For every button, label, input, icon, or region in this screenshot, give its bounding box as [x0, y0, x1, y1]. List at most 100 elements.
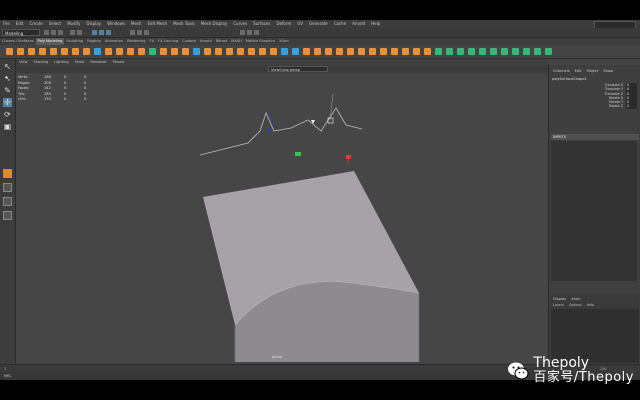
shelf-tab-fx-caching[interactable]: FX Caching	[156, 38, 180, 45]
layer-tab-anim[interactable]: Anim	[571, 297, 580, 301]
shelf-tool-icon[interactable]	[270, 48, 277, 55]
shelf-tool-icon[interactable]	[545, 48, 552, 55]
menu-modify[interactable]: Modify	[64, 20, 83, 28]
shelf-tool-icon[interactable]	[248, 48, 255, 55]
inputs-section-header[interactable]: INPUTS	[551, 134, 639, 140]
shelf-tool-icon[interactable]	[171, 48, 178, 55]
shelf-tool-icon[interactable]	[501, 48, 508, 55]
shelf-tab-rigging[interactable]: Rigging	[85, 38, 103, 45]
save-scene-icon[interactable]	[58, 30, 63, 35]
menu-windows[interactable]: Windows	[104, 20, 128, 28]
menu-select[interactable]: Select	[46, 20, 64, 28]
last-tool-icon[interactable]	[3, 169, 12, 178]
shelf-tool-icon[interactable]	[237, 48, 244, 55]
shelf-tool-icon[interactable]	[523, 48, 530, 55]
menu-help[interactable]: Help	[368, 20, 383, 28]
shelf-tool-icon[interactable]	[72, 48, 79, 55]
menu-edit-mesh[interactable]: Edit Mesh	[145, 20, 171, 28]
menu-generate[interactable]: Generate	[306, 20, 331, 28]
redo-icon[interactable]	[77, 30, 82, 35]
camera-selector[interactable]: ViewCube persp	[268, 66, 328, 72]
shelf-tool-icon[interactable]	[314, 48, 321, 55]
shelf-tool-icon[interactable]	[468, 48, 475, 55]
rotate-tool-icon[interactable]: ⟳	[3, 110, 12, 119]
shelf-tab-poly-modeling[interactable]: Poly Modeling	[35, 38, 65, 45]
shelf-tool-icon[interactable]	[534, 48, 541, 55]
nurbs-curve[interactable]	[199, 107, 363, 156]
menu-uv[interactable]: UV	[294, 20, 306, 28]
menu-arnold[interactable]: Arnold	[349, 20, 368, 28]
shelf-tool-icon[interactable]	[116, 48, 123, 55]
shelf-tool-icon[interactable]	[94, 48, 101, 55]
select-by-hierarchy-icon[interactable]	[92, 30, 97, 35]
new-scene-icon[interactable]	[44, 30, 49, 35]
shelf-tool-icon[interactable]	[479, 48, 486, 55]
render-settings-icon[interactable]	[254, 30, 259, 35]
layer-menu-options[interactable]: Options	[569, 303, 582, 307]
shelf-tool-icon[interactable]	[369, 48, 376, 55]
shelf-tab-curves-surfaces[interactable]: Curves / Surfaces	[0, 38, 36, 45]
menu-display[interactable]: Display	[83, 20, 104, 28]
menu-cache[interactable]: Cache	[331, 20, 349, 28]
shelf-tool-icon[interactable]	[149, 48, 156, 55]
shelf-tab-custom[interactable]: Custom	[180, 38, 198, 45]
side-by-side-layout-icon[interactable]	[3, 211, 12, 220]
shelf-tool-icon[interactable]	[490, 48, 497, 55]
shelf-tool-icon[interactable]	[138, 48, 145, 55]
shelf-tab-mash[interactable]: MASH	[229, 38, 244, 45]
select-tool-icon[interactable]: ↖	[3, 62, 12, 71]
shelf-tool-icon[interactable]	[402, 48, 409, 55]
shelf-tool-icon[interactable]	[358, 48, 365, 55]
ipr-render-icon[interactable]	[247, 30, 252, 35]
curve-cv-point[interactable]	[267, 128, 271, 132]
shelf-tool-icon[interactable]	[325, 48, 332, 55]
shelf-tool-icon[interactable]	[259, 48, 266, 55]
layer-menu-help[interactable]: Help	[587, 303, 595, 307]
manipulator-y-handle[interactable]	[295, 152, 301, 156]
shelf-tab-motion-graphics[interactable]: Motion Graphics	[244, 38, 277, 45]
menu-mesh-display[interactable]: Mesh Display	[198, 20, 231, 28]
shelf-tool-icon[interactable]	[281, 48, 288, 55]
snap-grid-icon[interactable]	[130, 30, 135, 35]
shelf-tool-icon[interactable]	[292, 48, 299, 55]
shelf-tool-icon[interactable]	[512, 48, 519, 55]
menu-edit[interactable]: Edit	[13, 20, 27, 28]
shelf-tab-rendering[interactable]: Rendering	[125, 38, 147, 45]
lasso-tool-icon[interactable]: ➷	[3, 74, 12, 83]
shelf-tool-icon[interactable]	[83, 48, 90, 55]
menu-file[interactable]: File	[0, 20, 13, 28]
shelf-tool-icon[interactable]	[61, 48, 68, 55]
scale-tool-icon[interactable]: ▣	[3, 122, 12, 131]
menu-curves[interactable]: Curves	[230, 20, 250, 28]
shelf-tab-animation[interactable]: Animation	[103, 38, 125, 45]
shelf-tool-icon[interactable]	[347, 48, 354, 55]
time-start[interactable]: 1	[4, 367, 6, 371]
shelf-tab-bifrost[interactable]: Bifrost	[214, 38, 230, 45]
layer-tab-display[interactable]: Display	[553, 297, 566, 301]
manipulator-x-handle[interactable]	[346, 155, 351, 159]
undo-icon[interactable]	[70, 30, 75, 35]
shelf-tool-icon[interactable]	[50, 48, 57, 55]
snap-point-icon[interactable]	[144, 30, 149, 35]
single-perspective-layout-icon[interactable]	[3, 183, 12, 192]
menu-mesh[interactable]: Mesh	[128, 20, 145, 28]
tangent-handle[interactable]	[268, 112, 275, 126]
attribute-value[interactable]: 0	[626, 104, 637, 109]
open-scene-icon[interactable]	[51, 30, 56, 35]
select-by-object-icon[interactable]	[99, 30, 104, 35]
shelf-tool-icon[interactable]	[39, 48, 46, 55]
paint-select-icon[interactable]: ✎	[3, 86, 12, 95]
select-by-component-icon[interactable]	[106, 30, 111, 35]
menu-create[interactable]: Create	[26, 20, 45, 28]
shelf-tool-icon[interactable]	[226, 48, 233, 55]
layer-menu-layers[interactable]: Layers	[553, 303, 564, 307]
shelf-tool-icon[interactable]	[127, 48, 134, 55]
shelf-tab-arnold[interactable]: Arnold	[198, 38, 214, 45]
shelf-tool-icon[interactable]	[6, 48, 13, 55]
shelf-tool-icon[interactable]	[457, 48, 464, 55]
shelf-tool-icon[interactable]	[28, 48, 35, 55]
shelf-tool-icon[interactable]	[17, 48, 24, 55]
shelf-tool-icon[interactable]	[413, 48, 420, 55]
shelf-tool-icon[interactable]	[446, 48, 453, 55]
shelf-tool-icon[interactable]	[391, 48, 398, 55]
